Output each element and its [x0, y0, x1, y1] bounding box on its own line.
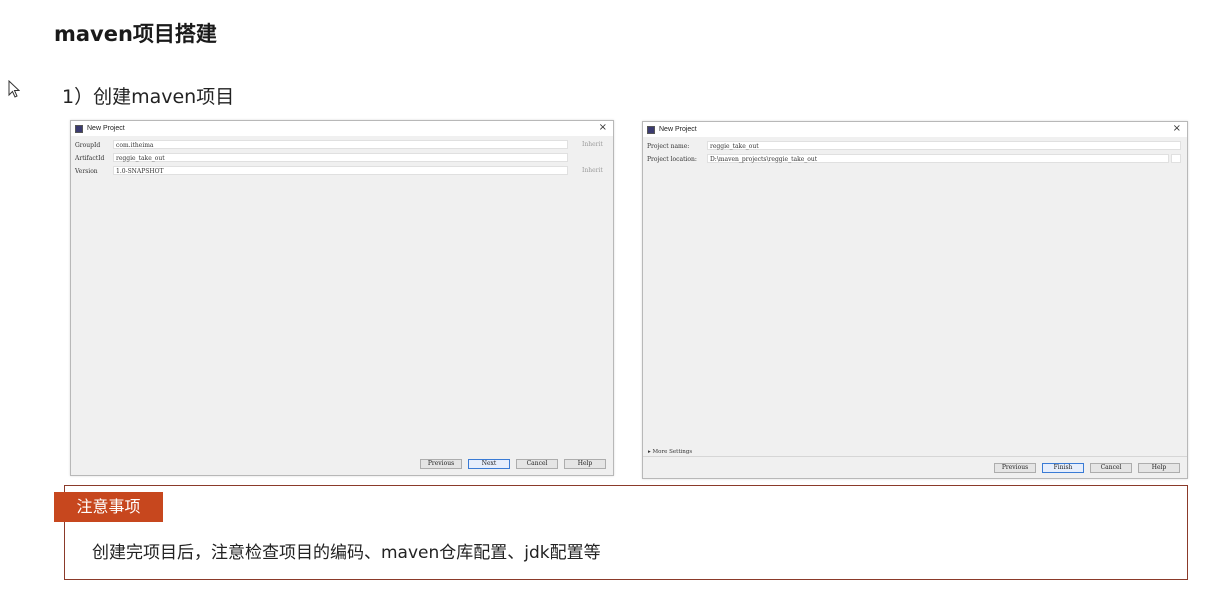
- mouse-cursor-icon: [8, 80, 20, 98]
- groupid-row: GroupId: [75, 140, 113, 150]
- help-button[interactable]: Help: [1138, 463, 1180, 473]
- project-name-label: Project name:: [647, 142, 690, 150]
- cancel-button[interactable]: Cancel: [1090, 463, 1132, 473]
- groupid-input[interactable]: com.itheima: [113, 140, 568, 149]
- artifactid-label: ArtifactId: [75, 154, 105, 162]
- version-inherit-link[interactable]: Inherit: [582, 167, 603, 174]
- groupid-inherit-link[interactable]: Inherit: [582, 141, 603, 148]
- previous-button[interactable]: Previous: [420, 459, 462, 469]
- dialog-title: New Project: [659, 126, 697, 133]
- artifactid-row: ArtifactId: [75, 153, 113, 163]
- next-button[interactable]: Next: [468, 459, 510, 469]
- project-name-input[interactable]: reggie_take_out: [707, 141, 1181, 150]
- dialog-title: New Project: [87, 125, 125, 132]
- slide-title: maven项目搭建: [54, 22, 217, 46]
- project-location-row: Project location:: [647, 154, 707, 164]
- project-location-input[interactable]: D:\maven_projects\reggie_take_out: [707, 154, 1169, 163]
- close-icon[interactable]: ×: [599, 122, 607, 133]
- version-row: Version: [75, 166, 113, 176]
- groupid-label: GroupId: [75, 141, 101, 149]
- cancel-button[interactable]: Cancel: [516, 459, 558, 469]
- previous-button[interactable]: Previous: [994, 463, 1036, 473]
- dialog-titlebar: New Project ×: [71, 121, 613, 136]
- step-title: 1）创建maven项目: [62, 86, 235, 108]
- notice-text: 创建完项目后，注意检查项目的编码、maven仓库配置、jdk配置等: [92, 543, 601, 563]
- notice-tag: 注意事项: [54, 492, 163, 522]
- version-input[interactable]: 1.0-SNAPSHOT: [113, 166, 568, 175]
- close-icon[interactable]: ×: [1173, 123, 1181, 134]
- artifactid-input[interactable]: reggie_take_out: [113, 153, 568, 162]
- new-project-dialog-maven: New Project × GroupId com.itheima Inheri…: [70, 120, 614, 476]
- project-name-row: Project name:: [647, 141, 707, 151]
- dialog-titlebar: New Project ×: [643, 122, 1187, 137]
- browse-folder-button[interactable]: [1171, 154, 1181, 163]
- intellij-app-icon: [75, 124, 83, 133]
- notice-box: [64, 485, 1188, 580]
- intellij-app-icon: [647, 125, 655, 134]
- separator: [643, 456, 1187, 457]
- finish-button[interactable]: Finish: [1042, 463, 1084, 473]
- new-project-dialog-location: New Project × Project name: reggie_take_…: [642, 121, 1188, 479]
- help-button[interactable]: Help: [564, 459, 606, 469]
- more-settings-toggle[interactable]: ▸ More Settings: [648, 449, 692, 455]
- version-label: Version: [75, 167, 98, 175]
- project-location-label: Project location:: [647, 155, 697, 163]
